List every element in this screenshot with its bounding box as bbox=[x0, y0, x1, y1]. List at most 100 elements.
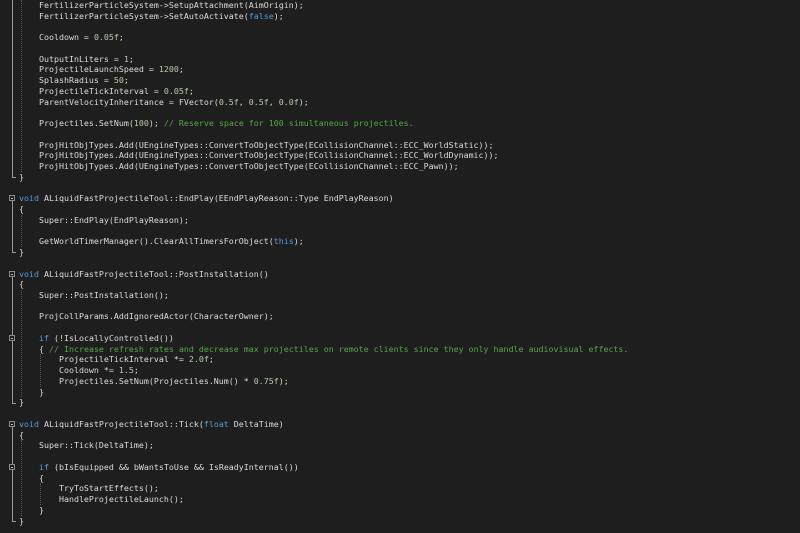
code-line[interactable] bbox=[0, 301, 800, 312]
code-line[interactable]: } bbox=[0, 505, 800, 516]
code-line[interactable]: FertilizerParticleSystem->SetupAttachmen… bbox=[0, 0, 800, 11]
code-line[interactable]: { bbox=[0, 430, 800, 441]
code-line[interactable]: } bbox=[0, 172, 800, 183]
code-line[interactable] bbox=[0, 107, 800, 118]
code-line[interactable]: TryToStartEffects(); bbox=[0, 483, 800, 494]
code-line[interactable]: } bbox=[0, 397, 800, 408]
code-text: Super::EndPlay(EndPlayReason); bbox=[19, 214, 189, 225]
code-line[interactable]: GetWorldTimerManager().ClearAllTimersFor… bbox=[0, 236, 800, 247]
code-line[interactable] bbox=[0, 322, 800, 333]
code-line[interactable]: HandleProjectileLaunch(); bbox=[0, 494, 800, 505]
code-line[interactable]: if (bIsEquipped && bWantsToUse && IsRead… bbox=[0, 462, 800, 473]
code-text: void ALiquidFastProjectileTool::PostInst… bbox=[19, 268, 269, 279]
code-line[interactable]: } bbox=[0, 516, 800, 527]
code-text: } bbox=[19, 386, 44, 397]
code-text: ProjectileTickInterval = 0.05f; bbox=[19, 85, 194, 96]
code-line[interactable]: Super::PostInstallation(); bbox=[0, 290, 800, 301]
line-gutter bbox=[0, 183, 13, 194]
code-line[interactable] bbox=[0, 451, 800, 462]
code-text: } bbox=[19, 515, 24, 526]
code-line[interactable]: Super::EndPlay(EndPlayReason); bbox=[0, 215, 800, 226]
code-text: ProjectileLaunchSpeed = 1200; bbox=[19, 64, 184, 75]
code-line[interactable]: OutputInLiters = 1; bbox=[0, 54, 800, 65]
indent-guide bbox=[21, 214, 22, 248]
code-line[interactable] bbox=[0, 129, 800, 140]
code-text: { bbox=[19, 279, 24, 290]
indent-guide bbox=[40, 483, 41, 505]
code-line[interactable]: ParentVelocityInheritance = FVector(0.5f… bbox=[0, 97, 800, 108]
code-line[interactable]: SplashRadius = 50; bbox=[0, 75, 800, 86]
outline-bar bbox=[12, 0, 13, 178]
code-line[interactable] bbox=[0, 408, 800, 419]
code-line[interactable]: ProjectileTickInterval = 0.05f; bbox=[0, 86, 800, 97]
code-text: Projectiles.SetNum(100); // Reserve spac… bbox=[19, 118, 414, 129]
code-text: { bbox=[19, 204, 24, 215]
code-text: OutputInLiters = 1; bbox=[19, 53, 134, 64]
code-line[interactable]: Projectiles.SetNum(100); // Reserve spac… bbox=[0, 118, 800, 129]
code-line[interactable]: } bbox=[0, 387, 800, 398]
code-text: Super::PostInstallation(); bbox=[19, 289, 169, 300]
code-text: ProjectileTickInterval *= 2.0f; bbox=[19, 354, 214, 365]
code-line[interactable]: if (!IsLocallyControlled()) bbox=[0, 333, 800, 344]
indent-guide bbox=[21, 289, 22, 398]
line-gutter bbox=[0, 408, 13, 419]
code-line[interactable]: { bbox=[0, 279, 800, 290]
code-text: } bbox=[19, 247, 24, 258]
code-line[interactable] bbox=[0, 258, 800, 269]
code-line[interactable] bbox=[0, 183, 800, 194]
code-text: ProjHitObjTypes.Add(UEngineTypes::Conver… bbox=[19, 161, 459, 172]
code-line[interactable]: Super::Tick(DeltaTime); bbox=[0, 440, 800, 451]
indent-guide bbox=[21, 440, 22, 516]
code-text: { bbox=[19, 472, 44, 483]
code-line[interactable]: Cooldown = 0.05f; bbox=[0, 32, 800, 43]
code-line[interactable]: FertilizerParticleSystem->SetAutoActivat… bbox=[0, 11, 800, 22]
code-text: } bbox=[19, 504, 44, 515]
code-line[interactable]: ProjCollParams.AddIgnoredActor(Character… bbox=[0, 311, 800, 322]
code-text: FertilizerParticleSystem->SetAutoActivat… bbox=[19, 10, 284, 21]
outline-bar bbox=[12, 340, 13, 392]
code-line[interactable]: ProjectileTickInterval *= 2.0f; bbox=[0, 354, 800, 365]
code-line[interactable]: ProjHitObjTypes.Add(UEngineTypes::Conver… bbox=[0, 150, 800, 161]
code-line[interactable] bbox=[0, 226, 800, 237]
outline-end bbox=[12, 177, 16, 179]
code-text: FertilizerParticleSystem->SetupAttachmen… bbox=[19, 0, 304, 10]
code-text: void ALiquidFastProjectileTool::Tick(flo… bbox=[19, 418, 284, 429]
code-text: { // Increase refresh rates and decrease… bbox=[19, 343, 629, 354]
code-text: Cooldown *= 1.5; bbox=[19, 365, 139, 376]
code-text: ProjHitObjTypes.Add(UEngineTypes::Conver… bbox=[19, 139, 494, 150]
code-text: if (!IsLocallyControlled()) bbox=[38, 332, 174, 343]
code-text: } bbox=[19, 171, 24, 182]
code-text: { bbox=[19, 429, 24, 440]
code-text: ProjHitObjTypes.Add(UEngineTypes::Conver… bbox=[19, 150, 499, 161]
outline-bar bbox=[12, 201, 13, 253]
code-text: Cooldown = 0.05f; bbox=[19, 32, 124, 43]
code-line[interactable]: { bbox=[0, 204, 800, 215]
code-line[interactable]: ProjectileLaunchSpeed = 1200; bbox=[0, 64, 800, 75]
code-editor[interactable]: FertilizerParticleSystem->SetupAttachmen… bbox=[0, 0, 800, 533]
code-line[interactable] bbox=[0, 21, 800, 32]
outline-end bbox=[12, 252, 16, 254]
code-line[interactable]: { bbox=[0, 473, 800, 484]
code-line[interactable]: { // Increase refresh rates and decrease… bbox=[0, 344, 800, 355]
code-line[interactable]: ProjHitObjTypes.Add(UEngineTypes::Conver… bbox=[0, 140, 800, 151]
code-line[interactable]: void ALiquidFastProjectileTool::EndPlay(… bbox=[0, 193, 800, 204]
code-line[interactable]: void ALiquidFastProjectileTool::Tick(flo… bbox=[0, 419, 800, 430]
outline-end bbox=[12, 402, 16, 404]
code-line[interactable]: ProjHitObjTypes.Add(UEngineTypes::Conver… bbox=[0, 161, 800, 172]
code-text: ParentVelocityInheritance = FVector(0.5f… bbox=[19, 96, 309, 107]
code-text: SplashRadius = 50; bbox=[19, 75, 129, 86]
code-line[interactable]: Projectiles.SetNum(Projectiles.Num() * 0… bbox=[0, 376, 800, 387]
code-text: if (bIsEquipped && bWantsToUse && IsRead… bbox=[38, 461, 299, 472]
code-line[interactable] bbox=[0, 43, 800, 54]
outline-bar bbox=[12, 469, 13, 511]
outline-end bbox=[12, 520, 16, 522]
code-text: ProjCollParams.AddIgnoredActor(Character… bbox=[19, 311, 274, 322]
code-text: Super::Tick(DeltaTime); bbox=[19, 440, 154, 451]
code-text: void ALiquidFastProjectileTool::EndPlay(… bbox=[19, 193, 394, 204]
code-line[interactable]: void ALiquidFastProjectileTool::PostInst… bbox=[0, 269, 800, 280]
code-text: Projectiles.SetNum(Projectiles.Num() * 0… bbox=[19, 375, 289, 386]
code-text: HandleProjectileLaunch(); bbox=[19, 494, 184, 505]
line-gutter bbox=[0, 258, 13, 269]
code-line[interactable]: Cooldown *= 1.5; bbox=[0, 365, 800, 376]
code-line[interactable]: } bbox=[0, 247, 800, 258]
